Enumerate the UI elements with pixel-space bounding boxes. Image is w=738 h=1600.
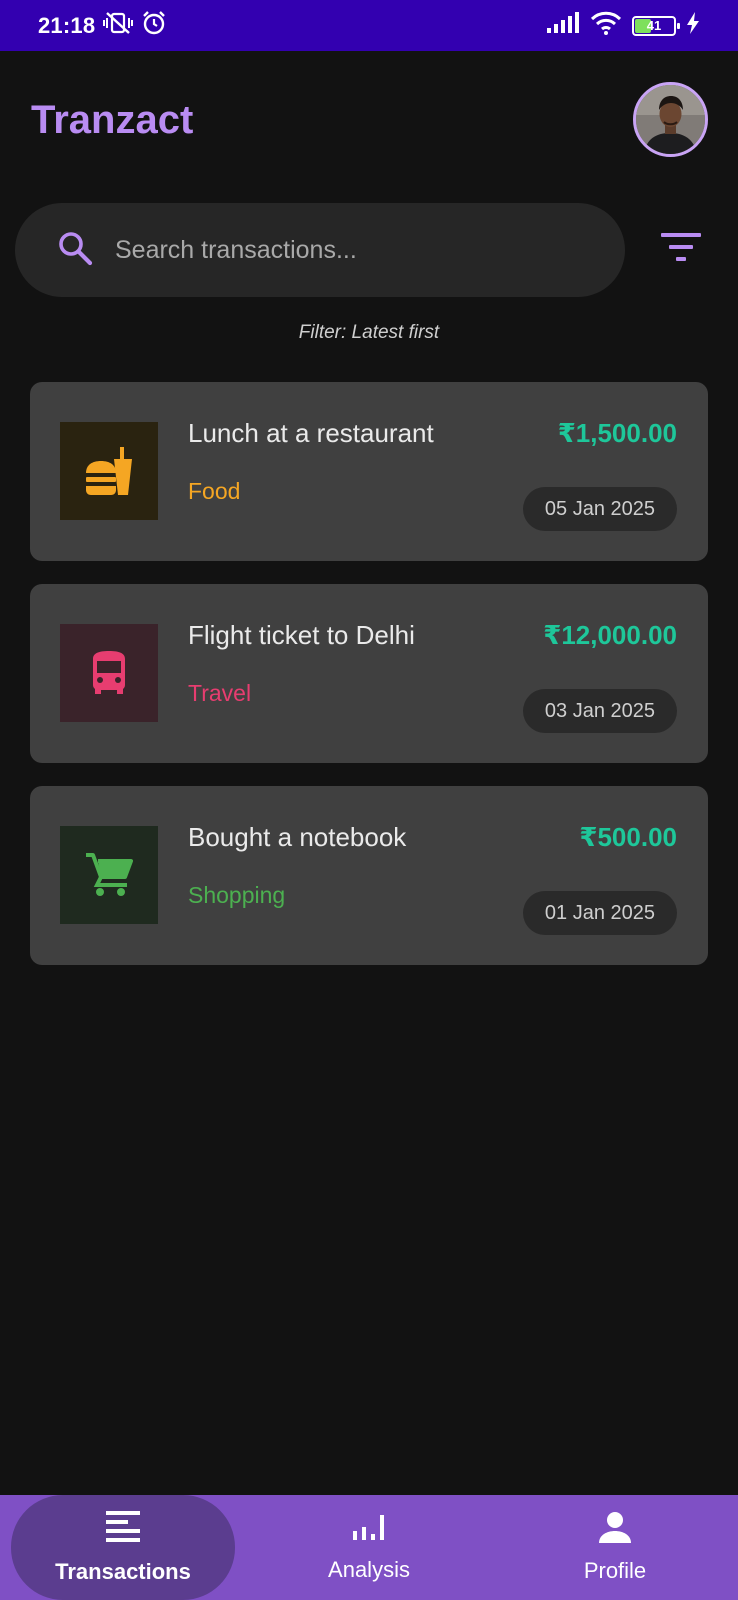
avatar[interactable] — [633, 82, 708, 157]
nav-transactions[interactable]: Transactions — [11, 1495, 235, 1600]
signal-icon — [546, 12, 580, 39]
filter-button[interactable] — [656, 226, 706, 272]
transaction-card[interactable]: Lunch at a restaurant Food ₹1,500.00 05 … — [30, 382, 708, 561]
transaction-category: Shopping — [188, 882, 286, 908]
fastfood-icon — [60, 422, 158, 520]
transaction-title: Bought a notebook — [188, 822, 407, 852]
transaction-list: Lunch at a restaurant Food ₹1,500.00 05 … — [30, 382, 708, 988]
transaction-date: 05 Jan 2025 — [522, 487, 677, 531]
transaction-amount: ₹1,500.00 — [557, 418, 677, 448]
transaction-category: Travel — [188, 680, 252, 706]
battery-icon: 41 — [632, 15, 680, 36]
transaction-category: Food — [188, 478, 241, 504]
vibrate-off-icon — [103, 11, 134, 40]
battery-level: 41 — [646, 18, 662, 33]
nav-profile[interactable]: Profile — [505, 1495, 725, 1600]
bottom-navigation: Transactions Analysis Profile — [0, 1495, 738, 1600]
nav-label: Transactions — [55, 1559, 191, 1584]
transaction-date: 03 Jan 2025 — [522, 689, 677, 733]
search-input[interactable] — [115, 235, 585, 265]
transaction-date: 01 Jan 2025 — [522, 891, 677, 935]
bus-icon — [60, 624, 158, 722]
transaction-amount: ₹12,000.00 — [543, 620, 677, 650]
transaction-card[interactable]: Bought a notebook Shopping ₹500.00 01 Ja… — [30, 786, 708, 965]
person-icon — [597, 1511, 633, 1548]
search-icon — [57, 230, 93, 271]
nav-label: Profile — [583, 1558, 647, 1583]
nav-analysis[interactable]: Analysis — [260, 1495, 478, 1600]
charging-icon — [686, 12, 700, 39]
filter-icon — [660, 231, 702, 268]
list-icon — [105, 1510, 141, 1549]
alarm-icon — [141, 10, 167, 41]
bar-chart-icon — [350, 1512, 388, 1547]
cart-icon — [60, 826, 158, 924]
app-title: Tranzact — [31, 98, 194, 142]
transaction-title: Flight ticket to Delhi — [188, 620, 415, 650]
transaction-card[interactable]: Flight ticket to Delhi Travel ₹12,000.00… — [30, 584, 708, 763]
transaction-amount: ₹500.00 — [579, 822, 677, 852]
filter-status: Filter: Latest first — [298, 322, 440, 343]
status-bar: 21:18 41 — [0, 0, 738, 51]
search-bar[interactable] — [15, 203, 625, 297]
nav-label: Analysis — [328, 1557, 410, 1582]
transaction-title: Lunch at a restaurant — [188, 418, 434, 448]
wifi-icon — [590, 11, 622, 40]
status-time: 21:18 — [38, 12, 96, 38]
